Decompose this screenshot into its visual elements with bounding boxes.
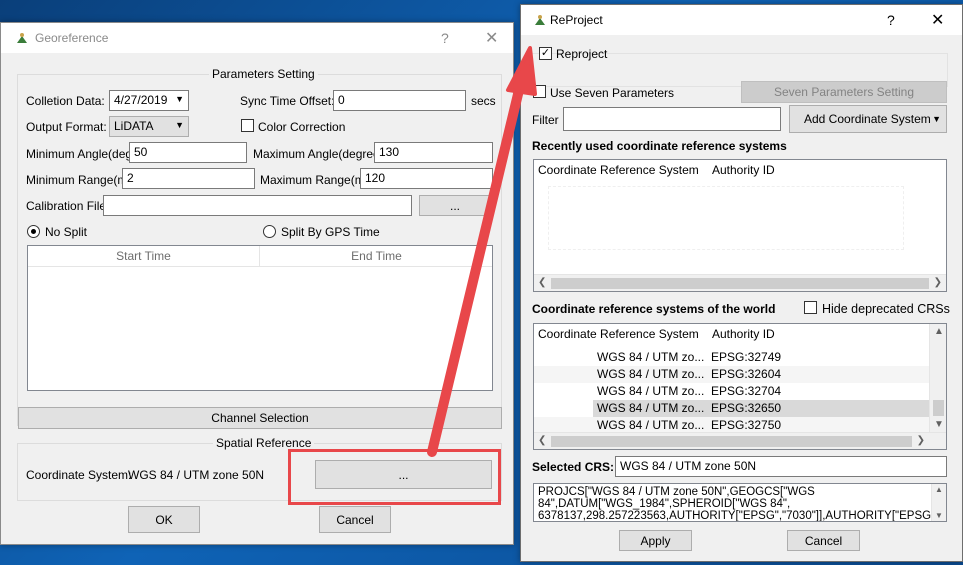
annotation-arrow-icon	[427, 46, 537, 457]
